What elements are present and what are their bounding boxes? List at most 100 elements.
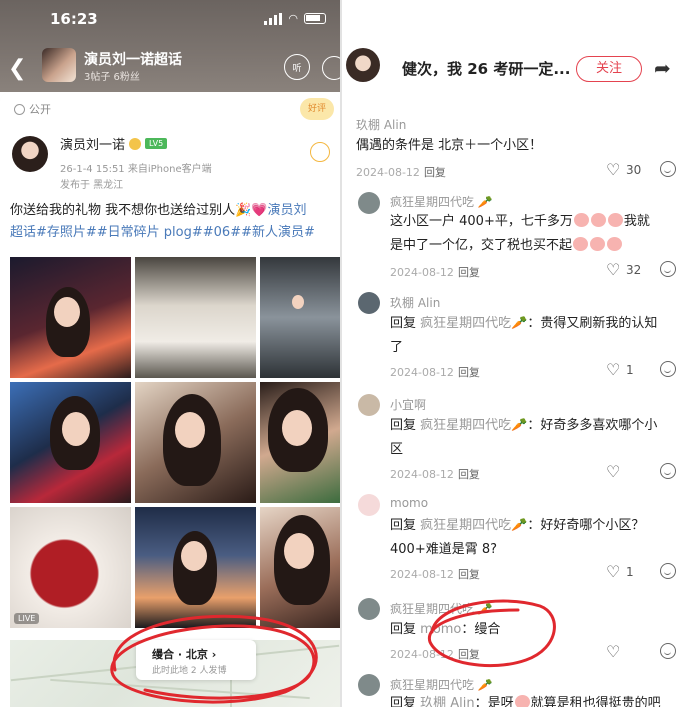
globe-icon — [14, 103, 25, 115]
comment-author[interactable]: 玖棚 Alin — [390, 294, 440, 311]
headphone-button[interactable]: 听 — [284, 54, 310, 80]
carrot-icon: 🥕 — [477, 678, 493, 692]
comment-author[interactable]: 疯狂星期四代吃 🥕 — [390, 676, 493, 693]
mention-link[interactable]: 疯狂星期四代吃 — [420, 418, 511, 433]
comment-text: 回复 疯狂星期四代吃🥕：好好奇哪个小区？400+难道是霄 8? — [390, 518, 645, 557]
signal-icon — [264, 12, 283, 25]
comment-avatar[interactable] — [358, 394, 380, 416]
emoji-icon[interactable] — [660, 563, 676, 579]
level-badge: LV5 — [145, 138, 168, 149]
pig-emoji-icon — [590, 213, 606, 227]
photo-4[interactable] — [10, 382, 131, 503]
topic-tag-inline[interactable]: 演员刘 — [268, 203, 307, 218]
reply-link[interactable]: 回复 — [458, 568, 480, 581]
comment-meta: 2024-08-12 回复 — [356, 166, 446, 179]
like-icon[interactable]: ♡ — [606, 160, 620, 179]
topic-header: 16:23 ◠ ❮ 演员刘一诺超话 3帖子 6粉丝 听 — [0, 0, 340, 92]
location-card[interactable]: 缦合 · 北京 › 此时此地 2 人发博 — [136, 640, 256, 680]
emoji-icon[interactable] — [660, 161, 676, 177]
emoji-icon[interactable] — [660, 643, 676, 659]
comment-meta: 2024-08-12 回复 — [390, 468, 480, 481]
photo-1[interactable] — [10, 257, 131, 378]
live-badge: LIVE — [14, 613, 40, 624]
emoji-reaction-icon[interactable] — [310, 142, 330, 162]
reply-link[interactable]: 回复 — [458, 366, 480, 379]
reply-link[interactable]: 回复 — [458, 468, 480, 481]
comment-author[interactable]: 玖棚 Alin — [356, 116, 406, 133]
pig-emoji-icon — [573, 237, 589, 251]
paintbrush-icon: 🎉 — [235, 203, 252, 218]
post-author[interactable]: 演员刘一诺 LV5 — [60, 134, 168, 153]
comment-author[interactable]: 疯狂星期四代吃 🥕 — [390, 600, 493, 617]
carrot-icon: 🥕 — [477, 195, 493, 209]
photo-6[interactable] — [260, 382, 340, 503]
mention-link[interactable]: 疯狂星期四代吃 — [420, 316, 511, 331]
emoji-icon[interactable] — [660, 361, 676, 377]
topic-tags[interactable]: 超话#存照片##日常碎片 plog##06##新人演员# — [10, 225, 315, 240]
photo-7[interactable]: LIVE — [10, 507, 131, 628]
share-icon[interactable]: ➦ — [654, 56, 671, 80]
pig-emoji-icon — [607, 213, 623, 227]
comment-author[interactable]: momo — [390, 496, 428, 510]
photo-5[interactable] — [135, 382, 256, 503]
comment-text: 回复 momo：缦合 — [390, 622, 501, 637]
comment-text: 这小区一户 400+平，七千多万 我就是中了一个亿，交了税也买不起 — [390, 213, 650, 253]
visibility-label: 公开 — [14, 101, 51, 117]
poster-avatar[interactable] — [346, 48, 380, 82]
comment-avatar[interactable] — [358, 674, 380, 696]
emoji-icon[interactable] — [660, 261, 676, 277]
weibo-post-panel: 16:23 ◠ ❮ 演员刘一诺超话 3帖子 6粉丝 听 公开 好评 演员刘一诺 … — [0, 0, 340, 707]
post-card: 公开 好评 演员刘一诺 LV5 26-1-4 15:51 来自iPhone客户端… — [0, 92, 340, 707]
mention-link[interactable]: 疯狂星期四代吃 — [420, 518, 511, 533]
like-icon[interactable]: ♡ — [606, 260, 620, 279]
post-author-avatar[interactable] — [12, 136, 48, 172]
topic-title[interactable]: 演员刘一诺超话 — [84, 49, 182, 69]
comment-text: 回复 疯狂星期四代吃🥕：贵得又刷新我的认知了 — [390, 316, 658, 355]
comments-panel: 健次，我 26 考研一定... 关注 ➦ 玖棚 Alin 偶遇的条件是 北京＋一… — [340, 0, 680, 707]
photo-8[interactable] — [135, 507, 256, 628]
more-button[interactable] — [322, 56, 340, 80]
fly-badge[interactable]: 好评 — [300, 98, 334, 120]
carrot-icon: 🥕 — [511, 316, 528, 331]
comment-author[interactable]: 疯狂星期四代吃 🥕 — [390, 193, 493, 210]
like-icon[interactable]: ♡ — [606, 462, 620, 481]
wifi-icon: ◠ — [288, 12, 298, 25]
comment-meta: 2024-08-12 回复 — [390, 648, 480, 661]
like-icon[interactable]: ♡ — [606, 562, 620, 581]
photo-3[interactable] — [260, 257, 340, 378]
mention-link[interactable]: momo — [420, 622, 461, 637]
location-subtitle: 此时此地 2 人发博 — [152, 666, 227, 676]
like-count: 32 — [626, 263, 642, 277]
back-button[interactable]: ❮ — [8, 56, 26, 81]
heart-icon: 💗 — [251, 203, 268, 218]
photo-9[interactable] — [260, 507, 340, 628]
like-count: 1 — [626, 363, 634, 377]
status-icons: ◠ — [264, 12, 326, 25]
comment-avatar[interactable] — [358, 494, 380, 516]
pig-emoji-icon — [607, 237, 623, 251]
battery-icon — [304, 13, 326, 24]
carrot-icon: 🥕 — [511, 518, 528, 533]
like-icon[interactable]: ♡ — [606, 360, 620, 379]
comment-author[interactable]: 小宜啊 — [390, 396, 426, 413]
chevron-right-icon: › — [211, 648, 217, 661]
comment-avatar[interactable] — [358, 598, 380, 620]
comment-text: 回复 疯狂星期四代吃🥕：好奇多多喜欢哪个小区 — [390, 418, 658, 457]
reply-link[interactable]: 回复 — [424, 166, 446, 179]
reply-link[interactable]: 回复 — [458, 648, 480, 661]
emoji-icon[interactable] — [660, 463, 676, 479]
status-time: 16:23 — [50, 10, 98, 28]
pig-emoji-icon — [573, 213, 589, 227]
comment-avatar[interactable] — [358, 192, 380, 214]
reply-link[interactable]: 回复 — [458, 266, 480, 279]
comment-avatar[interactable] — [358, 292, 380, 314]
post-location: 发布于 黑龙江 — [60, 180, 124, 191]
photo-2[interactable] — [135, 257, 256, 378]
topic-avatar[interactable] — [42, 48, 76, 82]
pig-emoji-icon — [590, 237, 606, 251]
follow-button[interactable]: 关注 — [576, 56, 642, 82]
location-title: 缦合 · 北京 › — [152, 648, 217, 661]
like-icon[interactable]: ♡ — [606, 642, 620, 661]
mention-link[interactable]: 玖棚 Alin — [420, 696, 475, 707]
like-count: 30 — [626, 163, 642, 177]
